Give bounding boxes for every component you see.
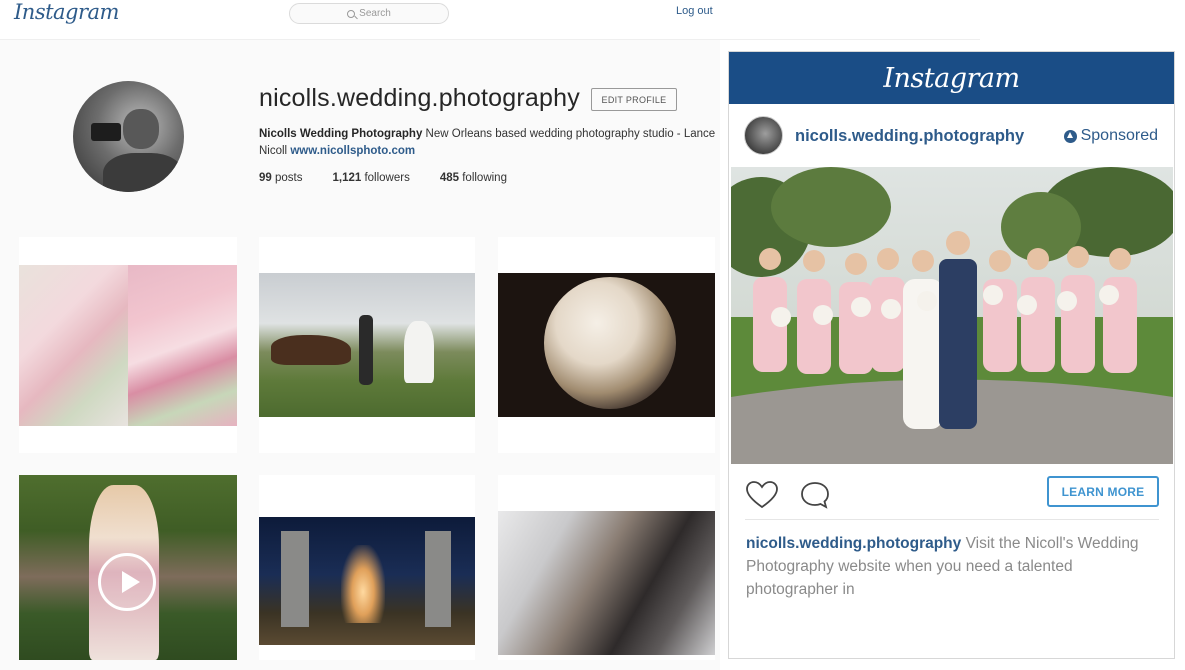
sponsored-icon [1063,129,1077,143]
caption-username[interactable]: nicolls.wedding.photography [746,535,961,552]
bio-link[interactable]: www.nicollsphoto.com [290,145,415,157]
horse-photo [259,273,475,417]
posts-label: posts [271,172,303,184]
post-caption: nicolls.wedding.photography Visit the Ni… [746,532,1146,601]
profile-bio: Nicolls Wedding Photography New Orleans … [259,126,719,160]
post-thumbnail-bride-video[interactable] [19,475,237,660]
sponsored-post-card: Instagram nicolls.wedding.photography Sp… [728,51,1175,659]
sponsored-label[interactable]: Sponsored [1063,127,1158,145]
bouquet-photo-left [19,265,128,426]
post-thumbnail-horse[interactable] [259,237,475,453]
posts-stat[interactable]: 99 posts [259,172,302,184]
camera-icon [91,123,121,141]
profile-stats: 99 posts 1,121 followers 485 following [259,172,507,184]
post-thumbnail-bouquet-dark[interactable] [498,237,715,453]
bouquet-shape [544,277,676,409]
pillar-right [425,531,451,627]
profile-avatar[interactable] [73,81,184,192]
followers-label: followers [361,172,410,184]
bio-name: Nicolls Wedding Photography [259,128,423,140]
fountain-night-photo [259,517,475,645]
following-stat[interactable]: 485 following [440,172,507,184]
bridal-party-photo[interactable] [731,167,1173,464]
post-thumbnail-fountain[interactable] [259,475,475,660]
instagram-logo[interactable]: Instagram [14,0,119,24]
followers-count: 1,121 [332,172,362,184]
learn-more-button[interactable]: LEARN MORE [1047,476,1159,507]
post-thumbnail-bouquets[interactable] [19,237,237,453]
posts-count: 99 [259,172,272,184]
avatar-figure-head [123,109,159,149]
bridal-party-illustration [731,167,1173,464]
top-bar: Instagram Search Log out [0,0,980,40]
comment-icon[interactable] [799,480,831,510]
instagram-logo: Instagram [883,62,1020,94]
logout-link[interactable]: Log out [676,5,713,17]
horse-figure [271,335,351,365]
kiss-veil-photo [498,511,715,655]
followers-stat[interactable]: 1,121 followers [332,172,409,184]
divider [745,519,1159,520]
search-input[interactable]: Search [289,3,449,24]
play-icon[interactable] [98,553,156,611]
avatar-figure-body [103,153,183,192]
search-placeholder: Search [359,8,391,19]
post-username[interactable]: nicolls.wedding.photography [795,127,1024,146]
search-icon [347,9,356,18]
fountain-glow [341,545,385,623]
profile-username: nicolls.wedding.photography [259,84,580,112]
post-thumbnail-kiss[interactable] [498,475,715,660]
edit-profile-button[interactable]: EDIT PROFILE [591,88,677,111]
following-label: following [459,172,507,184]
heart-icon[interactable] [745,480,779,510]
bride-figure [404,321,434,383]
following-count: 485 [439,172,460,184]
sponsored-text: Sponsored [1080,127,1158,144]
groom-figure [359,315,373,385]
dark-bouquet-photo [498,273,715,417]
avatar[interactable] [744,116,783,155]
ad-header-bar: Instagram [729,52,1174,104]
pillar-left [281,531,309,627]
bouquet-photo-right [128,265,237,426]
